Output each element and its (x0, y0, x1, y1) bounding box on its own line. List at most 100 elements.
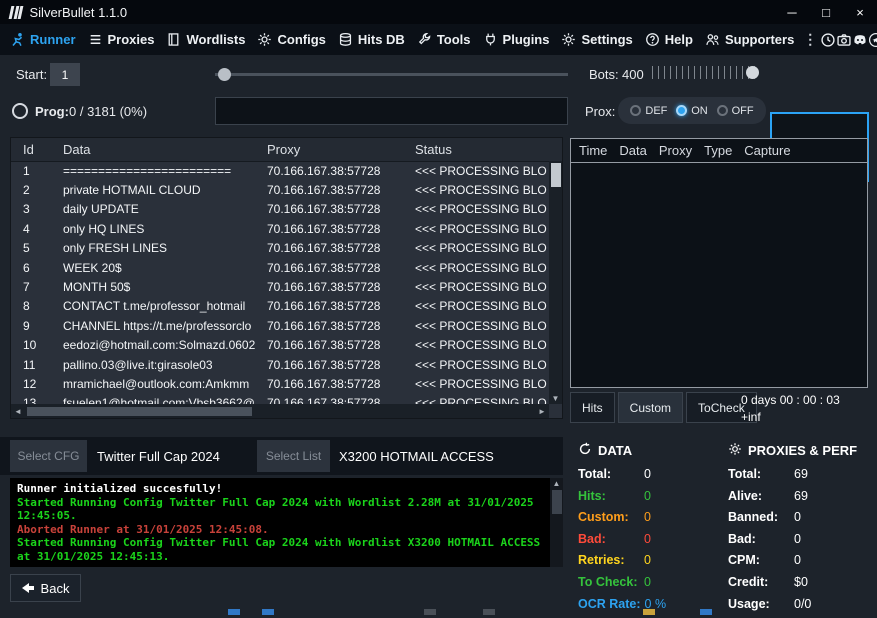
nav-supporters[interactable]: Supporters (699, 24, 800, 55)
taskbar-icon-fragment[interactable] (483, 609, 495, 615)
select-config-button[interactable]: Select CFG (10, 440, 87, 472)
back-button[interactable]: Back (10, 574, 81, 602)
nav-label: Plugins (503, 32, 550, 47)
start-slider-thumb[interactable] (218, 68, 231, 81)
radio-icon (717, 105, 728, 116)
scrollbar-thumb[interactable] (27, 407, 252, 416)
more-menu-icon[interactable]: ⋮ (800, 31, 820, 48)
discord-icon[interactable] (852, 27, 868, 52)
minimize-button[interactable]: ─ (775, 0, 809, 24)
start-input[interactable] (50, 63, 80, 86)
bots-slider[interactable] (652, 66, 756, 79)
proxy-stats-header: PROXIES & PERF (728, 442, 876, 459)
cell-data: MONTH 50$ (51, 280, 255, 294)
scroll-up-icon[interactable]: ▲ (550, 479, 563, 488)
cell-id: 2 (11, 183, 51, 197)
nav-hitsdb[interactable]: Hits DB (332, 24, 411, 55)
gear-icon (561, 32, 576, 47)
nav-plugins[interactable]: Plugins (477, 24, 556, 55)
vertical-scrollbar[interactable]: ▼ (549, 161, 562, 404)
nav-configs[interactable]: Configs (251, 24, 331, 55)
tab-custom[interactable]: Custom (618, 392, 683, 423)
tab-hits[interactable]: Hits (570, 392, 615, 423)
stat-row: Bad:0 (578, 532, 720, 546)
nav-wordlists[interactable]: Wordlists (160, 24, 251, 55)
table-row[interactable]: 2private HOTMAIL CLOUD70.166.167.38:5772… (11, 180, 549, 199)
people-icon (705, 32, 720, 47)
stats-panel: DATA Total:0Hits:0Custom:0Bad:0Retries:0… (565, 437, 877, 610)
taskbar-icon-fragment[interactable] (700, 609, 712, 615)
table-row[interactable]: 1========================70.166.167.38:5… (11, 161, 549, 180)
scroll-down-icon[interactable]: ▼ (549, 394, 562, 403)
table-row[interactable]: 11pallino.03@live.it:girasole0370.166.16… (11, 355, 549, 374)
help-icon (645, 32, 660, 47)
cell-id: 9 (11, 319, 51, 333)
table-row[interactable]: 7MONTH 50$70.166.167.38:57728<<< PROCESS… (11, 277, 549, 296)
close-button[interactable]: × (843, 0, 877, 24)
camera-icon[interactable] (836, 27, 852, 52)
nav-help[interactable]: Help (639, 24, 699, 55)
cell-proxy: 70.166.167.38:57728 (255, 396, 403, 404)
cell-proxy: 70.166.167.38:57728 (255, 299, 403, 313)
scroll-left-icon[interactable]: ◄ (11, 407, 25, 416)
navbar: Runner Proxies Wordlists Configs Hits DB… (0, 24, 877, 55)
cell-id: 6 (11, 261, 51, 275)
progress-label: Prog: (35, 104, 69, 119)
table-row[interactable]: 9CHANNEL https://t.me/professorclo70.166… (11, 316, 549, 335)
bots-slider-thumb[interactable] (746, 66, 759, 79)
telegram-icon[interactable] (868, 27, 877, 52)
prox-option-off[interactable]: OFF (717, 105, 754, 117)
nav-tools[interactable]: Tools (411, 24, 477, 55)
table-row[interactable]: 8CONTACT t.me/professor_hotmail70.166.16… (11, 297, 549, 316)
table-row[interactable]: 10eedozi@hotmail.com:Solmazd.060270.166.… (11, 336, 549, 355)
nav-label: Configs (277, 32, 325, 47)
cell-id: 12 (11, 377, 51, 391)
selected-list-name: X3200 HOTMAIL ACCESS (339, 449, 494, 464)
table-row[interactable]: 12mramichael@outlook.com:Amkmm70.166.167… (11, 374, 549, 393)
back-button-label: Back (41, 581, 70, 596)
prox-option-def[interactable]: DEF (630, 105, 667, 117)
nav-proxies[interactable]: Proxies (82, 24, 161, 55)
timer-extra: +inf (741, 410, 761, 424)
cell-status: <<< PROCESSING BLO (403, 241, 549, 255)
table-row[interactable]: 4only HQ LINES70.166.167.38:57728<<< PRO… (11, 219, 549, 238)
scrollbar-thumb[interactable] (551, 163, 561, 187)
maximize-button[interactable]: □ (809, 0, 843, 24)
gear-icon (257, 32, 272, 47)
taskbar-icon-fragment[interactable] (424, 609, 436, 615)
app-logo-icon (10, 6, 22, 19)
stat-row: Banned:0 (728, 510, 876, 524)
scrollbar-track[interactable] (25, 404, 535, 418)
taskbar-icon-fragment[interactable] (643, 609, 655, 615)
nav-runner[interactable]: Runner (4, 24, 82, 55)
history-icon[interactable] (820, 27, 836, 52)
cell-id: 8 (11, 299, 51, 313)
table-row[interactable]: 6WEEK 20$70.166.167.38:57728<<< PROCESSI… (11, 258, 549, 277)
scroll-right-icon[interactable]: ► (535, 407, 549, 416)
stat-row: Hits:0 (578, 489, 720, 503)
data-stats-section: DATA Total:0Hits:0Custom:0Bad:0Retries:0… (578, 442, 720, 618)
cell-data: fsuelen1@hotmail.com:Vbsb3662@ (51, 396, 255, 404)
select-list-button[interactable]: Select List (257, 440, 330, 472)
proxies-icon (88, 32, 103, 47)
table-row[interactable]: 13fsuelen1@hotmail.com:Vbsb3662@70.166.1… (11, 394, 549, 404)
refresh-icon (578, 442, 592, 459)
table-row[interactable]: 5only FRESH LINES70.166.167.38:57728<<< … (11, 239, 549, 258)
cell-status: <<< PROCESSING BLO (403, 183, 549, 197)
scrollbar-thumb[interactable] (552, 490, 562, 514)
cell-status: <<< PROCESSING BLO (403, 222, 549, 236)
cell-proxy: 70.166.167.38:57728 (255, 338, 403, 352)
taskbar-icon-fragment[interactable] (228, 609, 240, 615)
horizontal-scrollbar[interactable]: ◄ ► (11, 404, 549, 418)
taskbar-icon-fragment[interactable] (262, 609, 274, 615)
cell-id: 11 (11, 358, 51, 372)
nav-settings[interactable]: Settings (555, 24, 638, 55)
cell-proxy: 70.166.167.38:57728 (255, 280, 403, 294)
table-row[interactable]: 3daily UPDATE70.166.167.38:57728<<< PROC… (11, 200, 549, 219)
log-scrollbar[interactable]: ▲ (550, 478, 563, 567)
prox-option-on[interactable]: ON (676, 105, 708, 117)
start-slider[interactable] (215, 73, 568, 76)
cell-data: pallino.03@live.it:girasole03 (51, 358, 255, 372)
progress-radio[interactable] (12, 103, 28, 119)
bots-value: 400 (622, 67, 644, 82)
